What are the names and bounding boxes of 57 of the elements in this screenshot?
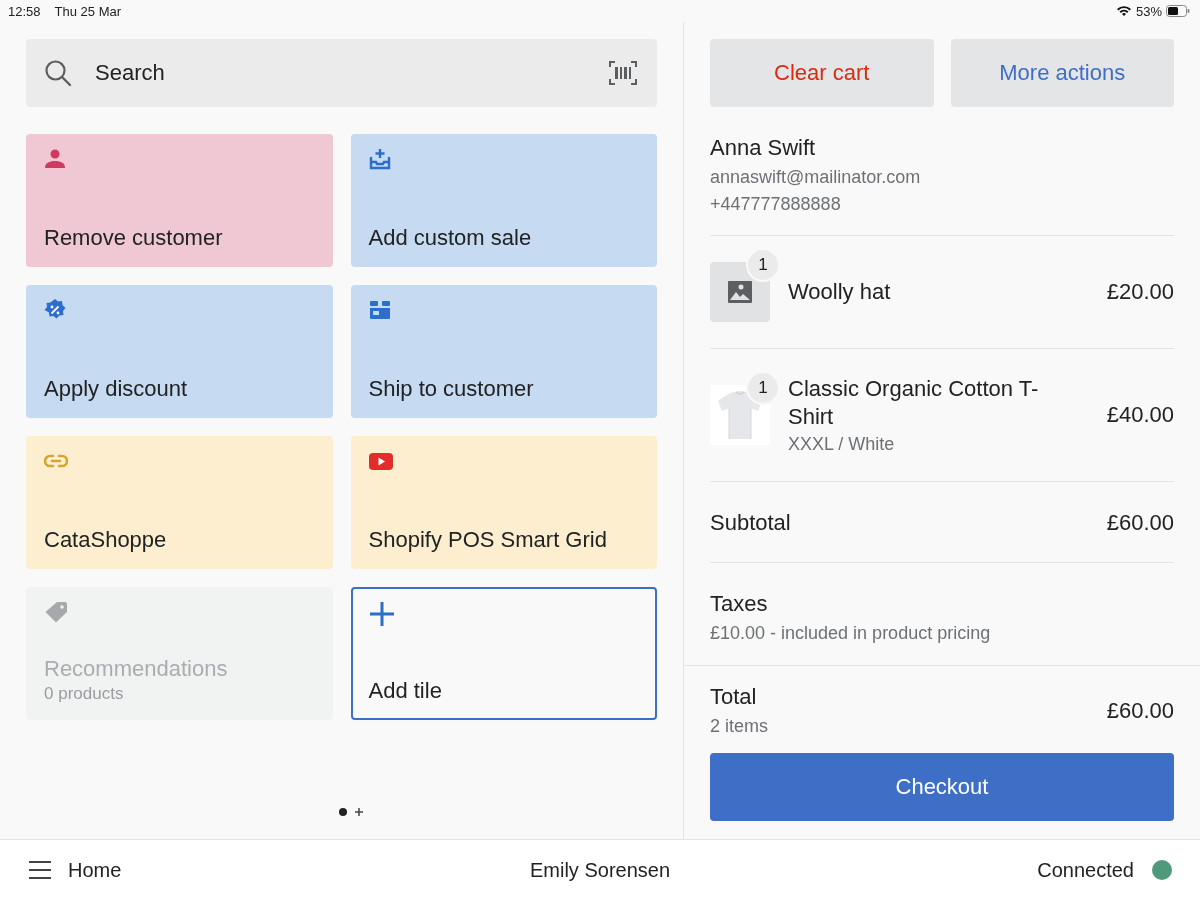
grid-tile[interactable]: Shopify POS Smart Grid <box>350 436 657 569</box>
person-icon <box>44 148 66 170</box>
item-name: Woolly hat <box>788 278 892 306</box>
checkout-button[interactable]: Checkout <box>710 753 1174 821</box>
page-dot[interactable] <box>339 808 347 816</box>
battery-icon <box>1166 5 1190 17</box>
battery-percent: 53% <box>1135 3 1162 19</box>
item-variant: XXXL / White <box>788 434 896 455</box>
home-label[interactable]: Home <box>68 858 122 882</box>
wifi-icon <box>1115 5 1132 17</box>
grid-tile[interactable]: Add custom sale <box>350 134 657 267</box>
total-label: Total <box>710 684 758 710</box>
customer-phone: +447777888888 <box>710 194 842 215</box>
subtotal-label: Subtotal <box>710 510 791 536</box>
tile-label: CataShoppe <box>44 527 168 553</box>
more-actions-button[interactable]: More actions <box>950 39 1174 107</box>
package-icon <box>368 299 391 321</box>
item-price: £20.00 <box>1106 279 1174 305</box>
search-field[interactable]: Search <box>26 39 657 107</box>
status-date: Thu 25 Mar <box>54 3 122 19</box>
tile-label: Add custom sale <box>368 225 533 251</box>
connection-status: Connected <box>1037 858 1134 882</box>
subtotal-value: £60.00 <box>1106 510 1174 536</box>
customer-email: annaswift@mailinator.com <box>710 167 922 188</box>
play-button-icon <box>368 450 393 472</box>
grid-tile[interactable]: CataShoppe <box>26 436 333 569</box>
grid-tile[interactable]: Apply discount <box>26 285 333 418</box>
discount-badge-icon <box>44 299 66 321</box>
tile-label: Ship to customer <box>368 376 535 402</box>
staff-name: Emily Sorensen <box>528 858 672 882</box>
item-count: 2 items <box>710 716 769 737</box>
grid-tile[interactable]: Remove customer <box>26 134 333 267</box>
tile-label: Remove customer <box>44 225 224 251</box>
item-name: Classic Organic Cotton T-Shirt <box>788 375 1040 431</box>
customer-name: Anna Swift <box>710 135 817 161</box>
tile-subtitle: 0 products <box>44 684 125 704</box>
plus-icon <box>368 601 395 627</box>
tile-label: Apply discount <box>44 376 189 402</box>
quantity-badge: 1 <box>746 371 780 405</box>
quantity-badge: 1 <box>746 248 780 282</box>
barcode-scan-icon[interactable] <box>609 61 637 85</box>
tile-label: Recommendations <box>44 656 229 682</box>
status-time: 12:58 <box>8 3 41 19</box>
tray-plus-icon <box>368 148 391 170</box>
item-price: £40.00 <box>1106 402 1174 428</box>
total-value: £60.00 <box>1106 697 1174 724</box>
grid-tile[interactable]: Ship to customer <box>350 285 657 418</box>
taxes-label: Taxes <box>710 591 769 617</box>
add-page-icon[interactable] <box>354 807 364 817</box>
clear-cart-button[interactable]: Clear cart <box>710 39 934 107</box>
tile-label: Shopify POS Smart Grid <box>368 527 608 553</box>
image-icon <box>727 280 753 304</box>
tag-icon <box>44 601 68 623</box>
grid-tile[interactable]: Add tile <box>350 587 657 720</box>
tile-label: Add tile <box>368 678 443 704</box>
menu-icon[interactable] <box>28 860 52 880</box>
taxes-note: £10.00 - included in product pricing <box>710 623 992 644</box>
